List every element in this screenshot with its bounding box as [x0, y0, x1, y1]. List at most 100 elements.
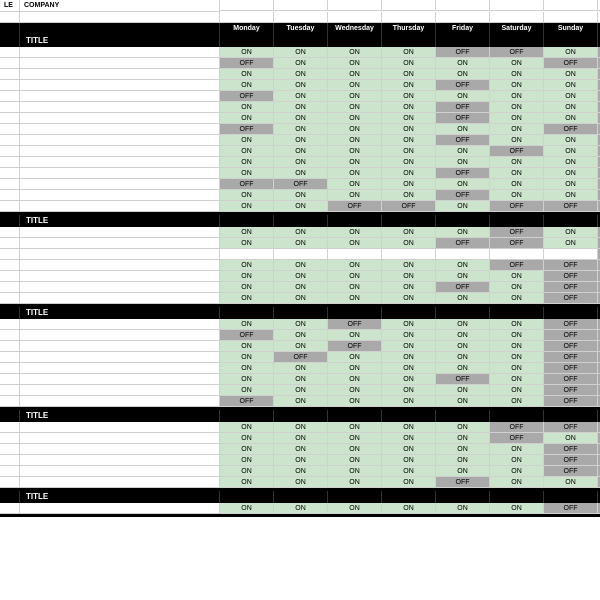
schedule-cell[interactable]: ON: [490, 477, 544, 488]
schedule-cell[interactable]: ON: [490, 102, 544, 113]
row-leader[interactable]: [0, 124, 20, 135]
schedule-cell[interactable]: OFF: [544, 455, 598, 466]
schedule-cell[interactable]: ON: [274, 227, 328, 238]
schedule-cell[interactable]: OFF: [436, 190, 490, 201]
schedule-cell[interactable]: ON: [382, 190, 436, 201]
schedule-cell[interactable]: OFF: [544, 352, 598, 363]
schedule-cell[interactable]: ON: [328, 157, 382, 168]
schedule-cell[interactable]: OFF: [436, 135, 490, 146]
schedule-cell[interactable]: OFF: [436, 80, 490, 91]
row-leader[interactable]: [0, 168, 20, 179]
schedule-cell[interactable]: ON: [274, 58, 328, 69]
schedule-cell[interactable]: ON: [436, 260, 490, 271]
row-name[interactable]: [20, 503, 220, 514]
schedule-cell[interactable]: ON: [328, 113, 382, 124]
schedule-cell[interactable]: ON: [220, 477, 274, 488]
row-name[interactable]: [20, 352, 220, 363]
schedule-cell[interactable]: ON: [544, 146, 598, 157]
schedule-cell[interactable]: ON: [544, 433, 598, 444]
schedule-cell[interactable]: ON: [382, 69, 436, 80]
schedule-cell[interactable]: OFF: [544, 271, 598, 282]
schedule-cell[interactable]: ON: [328, 477, 382, 488]
schedule-cell[interactable]: ON: [274, 113, 328, 124]
schedule-cell[interactable]: ON: [328, 47, 382, 58]
schedule-cell[interactable]: ON: [328, 433, 382, 444]
schedule-cell[interactable]: OFF: [490, 433, 544, 444]
schedule-cell[interactable]: ON: [274, 190, 328, 201]
schedule-cell[interactable]: OFF: [544, 363, 598, 374]
row-name[interactable]: [20, 477, 220, 488]
schedule-cell[interactable]: ON: [436, 91, 490, 102]
schedule-cell[interactable]: OFF: [544, 341, 598, 352]
schedule-cell[interactable]: ON: [382, 503, 436, 514]
schedule-cell[interactable]: ON: [382, 341, 436, 352]
schedule-cell[interactable]: ON: [274, 444, 328, 455]
schedule-cell[interactable]: ON: [328, 260, 382, 271]
schedule-cell[interactable]: ON: [544, 102, 598, 113]
schedule-cell[interactable]: ON: [544, 190, 598, 201]
schedule-cell[interactable]: ON: [436, 293, 490, 304]
schedule-cell[interactable]: ON: [382, 80, 436, 91]
schedule-cell[interactable]: ON: [220, 238, 274, 249]
schedule-cell[interactable]: OFF: [436, 477, 490, 488]
schedule-cell[interactable]: OFF: [382, 201, 436, 212]
schedule-cell[interactable]: OFF: [274, 352, 328, 363]
schedule-cell[interactable]: ON: [490, 363, 544, 374]
row-name[interactable]: [20, 260, 220, 271]
row-name[interactable]: [20, 168, 220, 179]
schedule-cell[interactable]: OFF: [544, 444, 598, 455]
schedule-cell[interactable]: ON: [220, 271, 274, 282]
schedule-cell[interactable]: OFF: [544, 260, 598, 271]
schedule-cell[interactable]: ON: [436, 319, 490, 330]
schedule-cell[interactable]: ON: [436, 271, 490, 282]
schedule-cell[interactable]: ON: [490, 330, 544, 341]
schedule-cell[interactable]: ON: [274, 477, 328, 488]
schedule-cell[interactable]: ON: [220, 374, 274, 385]
schedule-cell[interactable]: ON: [490, 80, 544, 91]
row-name[interactable]: [20, 124, 220, 135]
row-name[interactable]: [20, 135, 220, 146]
row-leader[interactable]: [0, 58, 20, 69]
schedule-cell[interactable]: ON: [436, 363, 490, 374]
row-name[interactable]: [20, 113, 220, 124]
schedule-cell[interactable]: OFF: [274, 179, 328, 190]
schedule-cell[interactable]: OFF: [490, 47, 544, 58]
schedule-cell[interactable]: ON: [490, 444, 544, 455]
row-leader[interactable]: [0, 227, 20, 238]
schedule-cell[interactable]: ON: [328, 179, 382, 190]
schedule-cell[interactable]: ON: [274, 385, 328, 396]
schedule-cell[interactable]: OFF: [220, 58, 274, 69]
row-name[interactable]: [20, 238, 220, 249]
row-name[interactable]: [20, 249, 220, 260]
row-leader[interactable]: [0, 201, 20, 212]
schedule-cell[interactable]: ON: [436, 396, 490, 407]
row-name[interactable]: [20, 146, 220, 157]
schedule-cell[interactable]: ON: [274, 455, 328, 466]
schedule-cell[interactable]: ON: [382, 330, 436, 341]
row-leader[interactable]: [0, 477, 20, 488]
schedule-cell[interactable]: ON: [490, 135, 544, 146]
schedule-cell[interactable]: ON: [382, 157, 436, 168]
schedule-cell[interactable]: [220, 249, 274, 260]
schedule-cell[interactable]: ON: [544, 227, 598, 238]
schedule-cell[interactable]: ON: [382, 168, 436, 179]
schedule-cell[interactable]: ON: [436, 146, 490, 157]
schedule-cell[interactable]: ON: [382, 91, 436, 102]
schedule-cell[interactable]: ON: [328, 352, 382, 363]
schedule-cell[interactable]: OFF: [490, 146, 544, 157]
schedule-cell[interactable]: ON: [544, 135, 598, 146]
schedule-cell[interactable]: ON: [274, 341, 328, 352]
schedule-cell[interactable]: ON: [328, 374, 382, 385]
schedule-cell[interactable]: ON: [382, 282, 436, 293]
schedule-cell[interactable]: ON: [328, 58, 382, 69]
schedule-cell[interactable]: OFF: [436, 282, 490, 293]
row-name[interactable]: [20, 102, 220, 113]
schedule-cell[interactable]: ON: [382, 102, 436, 113]
schedule-cell[interactable]: ON: [490, 503, 544, 514]
row-name[interactable]: [20, 69, 220, 80]
schedule-cell[interactable]: OFF: [544, 282, 598, 293]
row-name[interactable]: [20, 282, 220, 293]
schedule-cell[interactable]: ON: [382, 271, 436, 282]
schedule-cell[interactable]: ON: [436, 352, 490, 363]
schedule-cell[interactable]: OFF: [436, 113, 490, 124]
